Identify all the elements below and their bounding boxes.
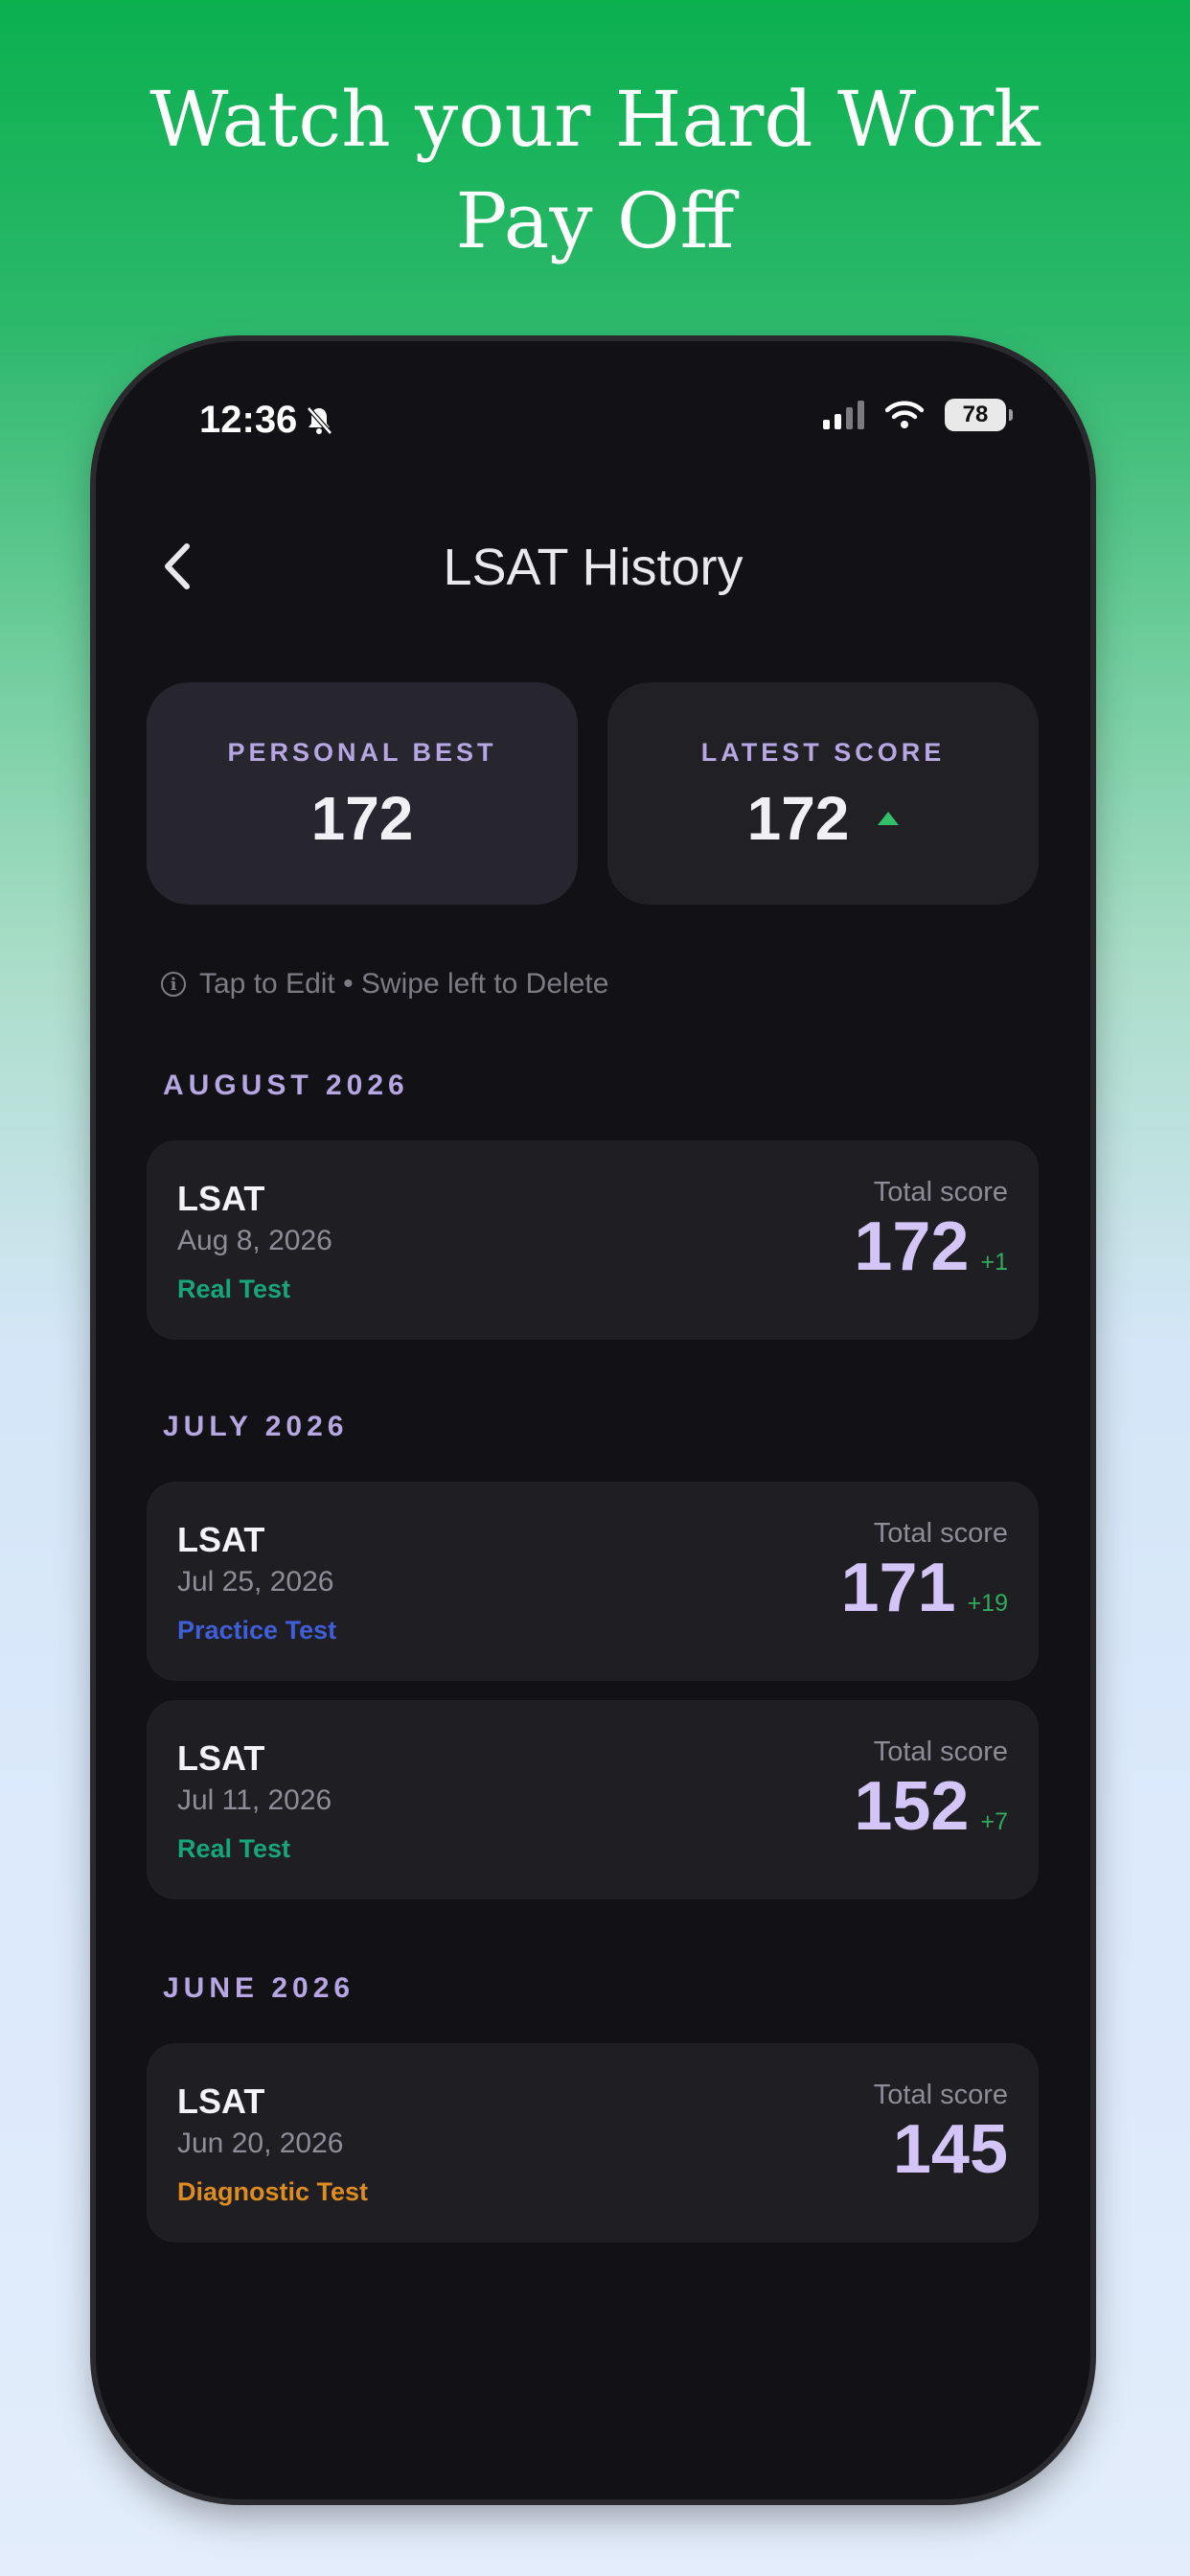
entry-type: Diagnostic Test xyxy=(177,2177,369,2206)
entry-name: LSAT xyxy=(177,1179,265,1218)
page-title: LSAT History xyxy=(443,539,744,596)
signal-icon xyxy=(823,401,864,429)
personal-best-value-row: 172 xyxy=(147,783,578,854)
entry-date: Jun 20, 2026 xyxy=(177,2128,344,2159)
entry-date: Jul 25, 2026 xyxy=(177,1566,334,1598)
entry-name: LSAT xyxy=(177,1520,265,1559)
score-entry-card[interactable]: LSAT Jul 25, 2026 Practice Test Total sc… xyxy=(147,1482,1039,1681)
latest-score-label: LATEST SCORE xyxy=(700,738,946,767)
entry-delta: +1 xyxy=(980,1249,1008,1276)
entry-date: Aug 8, 2026 xyxy=(177,1225,332,1256)
entry-delta: +19 xyxy=(967,1590,1008,1617)
hint-text: Tap to Edit • Swipe left to Delete xyxy=(199,968,609,1000)
status-icons: 78 xyxy=(823,399,1013,431)
phone-frame: 12:36 78 LSAT History PERSONAL BEST 172 xyxy=(96,341,1090,2499)
trend-up-icon xyxy=(878,812,900,825)
personal-best-value: 172 xyxy=(310,784,414,853)
battery-icon: 78 xyxy=(945,399,1013,431)
entry-name: LSAT xyxy=(177,2082,265,2121)
entry-score-row: 145 xyxy=(893,2110,1008,2189)
entry-type: Real Test xyxy=(177,1275,291,1303)
wifi-icon xyxy=(885,401,924,428)
entry-name: LSAT xyxy=(177,1738,265,1778)
latest-score-value-row: 172 xyxy=(607,783,1039,854)
entry-score-row: 171 +19 xyxy=(840,1549,1008,1627)
headline-line-2: Pay Off xyxy=(455,176,735,265)
entry-score-row: 172 +1 xyxy=(854,1208,1008,1286)
total-score-label: Total score xyxy=(873,2080,1008,2110)
entry-score: 145 xyxy=(892,2111,1008,2188)
entry-delta: +7 xyxy=(980,1808,1008,1835)
score-entry-card[interactable]: LSAT Jun 20, 2026 Diagnostic Test Total … xyxy=(147,2043,1039,2242)
hint-row: i Tap to Edit • Swipe left to Delete xyxy=(161,968,608,1000)
entry-type: Real Test xyxy=(177,1834,291,1863)
total-score-label: Total score xyxy=(873,1736,1008,1767)
status-time: 12:36 xyxy=(199,399,298,441)
personal-best-label: PERSONAL BEST xyxy=(227,738,497,767)
personal-best-card: PERSONAL BEST 172 xyxy=(147,682,578,905)
entry-score: 152 xyxy=(854,1768,970,1845)
info-icon: i xyxy=(161,972,186,997)
total-score-label: Total score xyxy=(873,1518,1008,1549)
latest-score-value: 172 xyxy=(746,784,850,853)
entry-type: Practice Test xyxy=(177,1616,337,1644)
latest-score-card: LATEST SCORE 172 xyxy=(607,682,1039,905)
score-entry-card[interactable]: LSAT Jul 11, 2026 Real Test Total score … xyxy=(147,1700,1039,1899)
score-entry-card[interactable]: LSAT Aug 8, 2026 Real Test Total score 1… xyxy=(147,1140,1039,1340)
section-header-august: AUGUST 2026 xyxy=(163,1070,409,1101)
status-time-group: 12:36 xyxy=(199,399,333,442)
entry-score: 172 xyxy=(854,1208,970,1285)
entry-score: 171 xyxy=(840,1550,956,1626)
entry-date: Jul 11, 2026 xyxy=(177,1784,332,1816)
headline-line-1: Watch your Hard Work xyxy=(149,75,1041,164)
section-header-july: JULY 2026 xyxy=(163,1411,349,1442)
entry-score-row: 152 +7 xyxy=(854,1767,1008,1846)
headline: Watch your Hard Work Pay Off xyxy=(0,69,1190,272)
total-score-label: Total score xyxy=(873,1177,1008,1208)
silent-bell-icon xyxy=(307,405,333,435)
section-header-june: JUNE 2026 xyxy=(163,1972,355,2004)
battery-level: 78 xyxy=(962,402,989,427)
